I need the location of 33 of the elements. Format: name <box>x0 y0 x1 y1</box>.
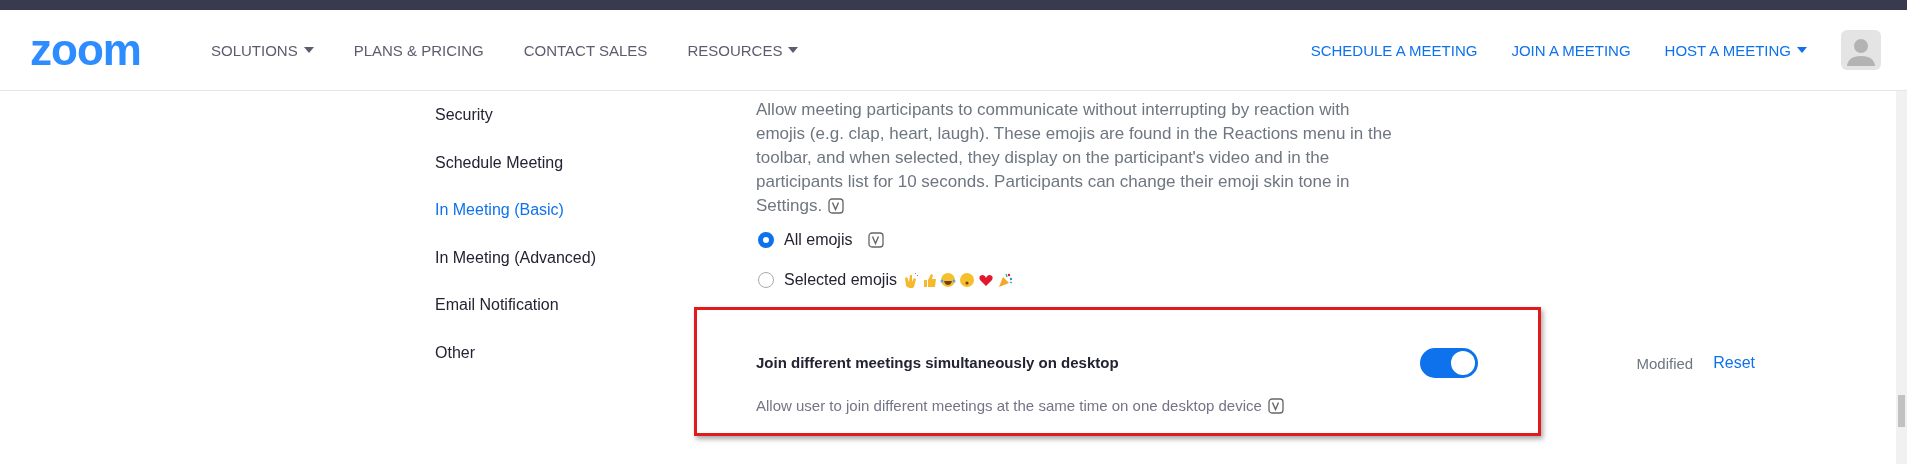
sidebar-item[interactable]: In Meeting (Basic) <box>435 198 564 222</box>
surprised-face-icon <box>958 272 975 288</box>
option-label: All emojis <box>784 231 853 249</box>
sidebar-item[interactable]: Security <box>435 103 493 127</box>
sidebar-item[interactable]: In Meeting (Advanced) <box>435 245 596 270</box>
caret-icon <box>788 47 799 53</box>
caret-icon <box>303 47 314 53</box>
party-popper-icon <box>996 272 1013 288</box>
radio-button[interactable] <box>758 272 774 288</box>
setting-description: Allow meeting participants to communicate without interrupting by reaction with emojis (e.g. clap, heart, laugh). These emojis are found in the Reactions menu in the toolbar, and when selected, they display on the participant's video and in the participants list for 10 seconds. Participants can change their emoji skin tone in Settings. <box>756 99 1393 217</box>
setting-description: Allow user to join different meetings at the same time on one desktop device <box>756 394 1826 418</box>
nav-link[interactable]: CONTACT SALES <box>523 41 648 59</box>
header-link[interactable]: JOIN A MEETING <box>1511 41 1631 59</box>
scrollbar[interactable] <box>1896 90 1907 464</box>
nav-link[interactable]: SOLUTIONS <box>211 41 314 59</box>
heart-icon <box>977 272 994 288</box>
sidebar-item[interactable]: Other <box>435 340 475 365</box>
sidebar-item[interactable]: Schedule Meeting <box>435 150 564 175</box>
sidebar-item[interactable]: Email Notification <box>435 293 559 317</box>
setting-title: Join different meetings simultaneously on desktop <box>756 353 1120 373</box>
nav-link[interactable]: PLANS & PRICING <box>353 41 484 59</box>
laughing-face-icon <box>939 272 956 288</box>
option-label: Selected emojis <box>784 271 897 289</box>
header-link[interactable]: SCHEDULE A MEETING <box>1310 41 1478 59</box>
avatar-icon[interactable] <box>1841 30 1881 70</box>
radio-button[interactable] <box>758 232 774 248</box>
scrollbar-thumb[interactable] <box>1898 395 1905 427</box>
caret-icon <box>1797 47 1807 53</box>
toggle-switch[interactable] <box>1420 348 1478 378</box>
nav-link[interactable]: RESOURCES <box>687 41 799 59</box>
header-link[interactable]: HOST A MEETING <box>1664 41 1807 59</box>
status-text: Modified <box>1636 354 1694 372</box>
reset-link[interactable]: Reset <box>1713 354 1755 372</box>
